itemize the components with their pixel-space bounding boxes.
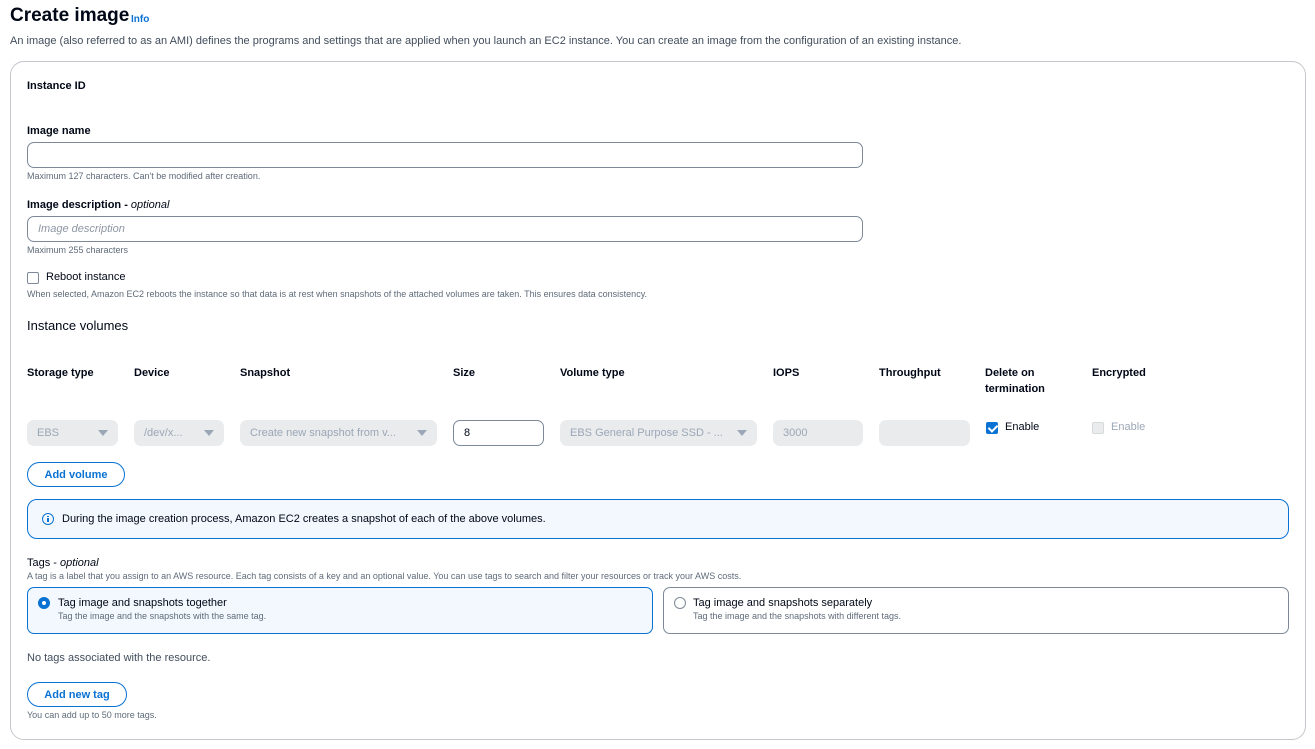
tag-separately-title: Tag image and snapshots separately [693, 597, 873, 609]
info-icon [42, 513, 54, 525]
col-delete-on-termination: Delete on termination [985, 367, 1045, 395]
reboot-hint: When selected, Amazon EC2 reboots the in… [27, 289, 648, 299]
tags-label: Tags - optional [27, 557, 99, 569]
snapshot-value: Create new snapshot from v... [250, 427, 396, 439]
chevron-down-icon [98, 430, 108, 436]
volume-type-select: EBS General Purpose SSD - ... [560, 420, 757, 446]
chevron-down-icon [204, 430, 214, 436]
no-tags-text: No tags associated with the resource. [27, 652, 211, 664]
add-volume-button[interactable]: Add volume [27, 462, 125, 487]
iops-value: 3000 [783, 427, 808, 439]
alert-text: During the image creation process, Amazo… [62, 513, 546, 525]
tag-together-radio[interactable] [38, 597, 50, 609]
image-description-hint: Maximum 255 characters [27, 245, 129, 255]
optional-label: optional [130, 199, 170, 211]
col-size: Size [453, 367, 476, 379]
image-name-input[interactable] [27, 142, 863, 168]
reboot-label: Reboot instance [46, 271, 126, 283]
encrypted-label: Enable [1111, 421, 1146, 433]
tags-label-text: Tags [27, 557, 51, 569]
tag-separately-description: Tag the image and the snapshots with dif… [693, 611, 901, 621]
instance-volumes-heading: Instance volumes [27, 318, 129, 333]
tag-together-tile[interactable]: Tag image and snapshots together Tag the… [27, 587, 653, 634]
iops-input: 3000 [773, 420, 863, 446]
col-snapshot: Snapshot [240, 367, 291, 379]
info-alert: During the image creation process, Amazo… [27, 499, 1289, 539]
image-description-label-text: Image description [27, 199, 122, 211]
tag-separately-tile[interactable]: Tag image and snapshots separately Tag t… [663, 587, 1289, 634]
device-value: /dev/x... [144, 427, 183, 439]
image-name-label: Image name [27, 125, 91, 137]
throughput-input [879, 420, 970, 446]
tags-description: A tag is a label that you assign to an A… [27, 571, 742, 581]
col-device: Device [134, 367, 170, 379]
image-name-hint: Maximum 127 characters. Can't be modifie… [27, 171, 261, 181]
volume-type-value: EBS General Purpose SSD - ... [570, 427, 723, 439]
chevron-down-icon [417, 430, 427, 436]
device-select: /dev/x... [134, 420, 224, 446]
tags-optional-label: optional [60, 557, 99, 569]
image-description-label: Image description - optional [27, 199, 170, 211]
storage-type-value: EBS [37, 427, 60, 439]
info-link[interactable]: Info [131, 14, 149, 25]
tag-together-title: Tag image and snapshots together [58, 597, 227, 609]
tag-limit-hint: You can add up to 50 more tags. [27, 710, 157, 720]
size-input[interactable]: 8 [453, 420, 544, 446]
image-description-input[interactable] [27, 216, 863, 242]
col-volume-type: Volume type [560, 367, 625, 379]
tag-separately-radio[interactable] [674, 597, 686, 609]
storage-type-select: EBS [27, 420, 118, 446]
add-new-tag-button[interactable]: Add new tag [27, 682, 127, 707]
col-throughput: Throughput [879, 367, 941, 379]
size-value: 8 [464, 427, 471, 439]
snapshot-select: Create new snapshot from v... [240, 420, 437, 446]
col-iops: IOPS [773, 367, 800, 379]
delete-on-termination-checkbox[interactable] [986, 422, 998, 434]
chevron-down-icon [737, 430, 747, 436]
page-description: An image (also referred to as an AMI) de… [10, 35, 962, 47]
col-storage-type: Storage type [27, 367, 94, 379]
encrypted-checkbox [1092, 422, 1104, 434]
instance-id-label: Instance ID [27, 80, 86, 92]
tag-together-description: Tag the image and the snapshots with the… [58, 611, 267, 621]
col-encrypted: Encrypted [1092, 367, 1146, 379]
delete-on-termination-label: Enable [1005, 421, 1040, 433]
page-title: Create image [10, 5, 130, 26]
reboot-checkbox[interactable] [27, 272, 39, 284]
